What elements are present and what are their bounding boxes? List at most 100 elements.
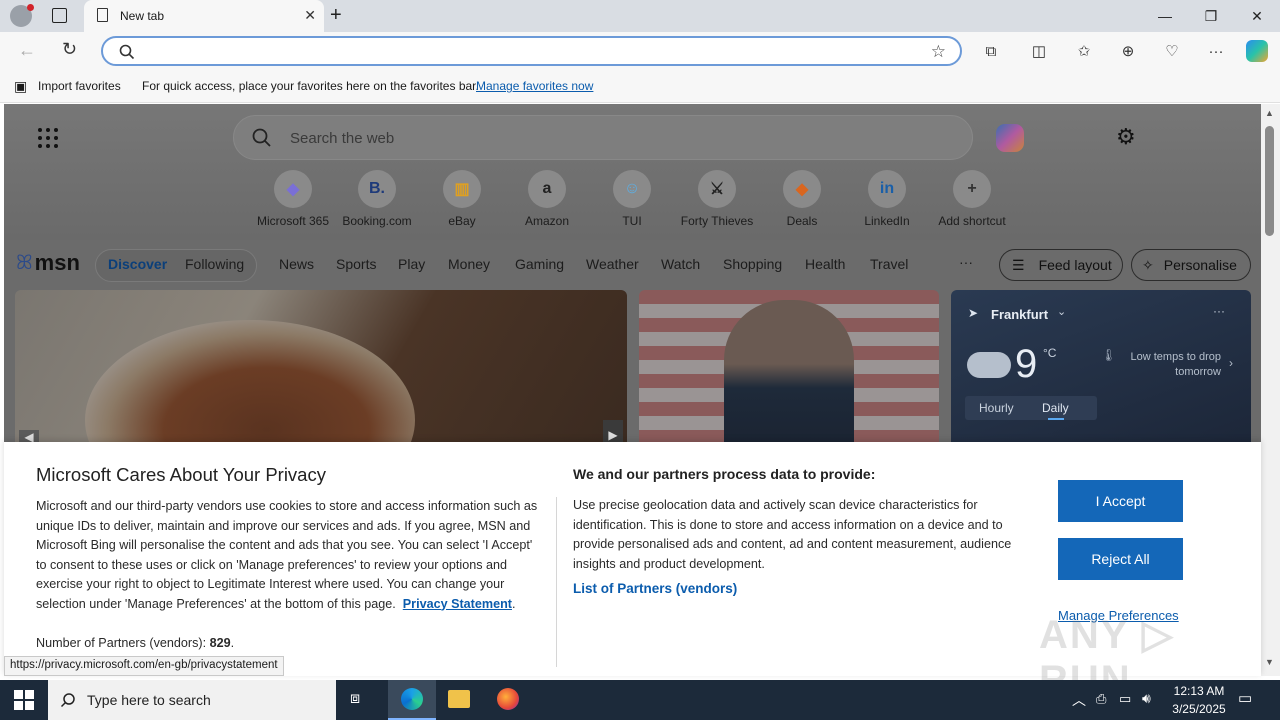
weather-alert[interactable]: Low temps to drop tomorrow — [1111, 350, 1222, 380]
person-photo — [724, 300, 854, 450]
dialog-divider — [556, 497, 557, 667]
shortcut-label: Amazon — [524, 214, 570, 228]
nav-item-sports[interactable]: Sports — [336, 256, 376, 272]
windows-start-icon[interactable] — [14, 690, 34, 710]
tab-discover[interactable]: Discover — [108, 256, 167, 272]
tab-following[interactable]: Following — [185, 256, 244, 272]
favorites-bar: ▣ Import favorites For quick access, pla… — [0, 70, 1280, 103]
nav-item-travel[interactable]: Travel — [870, 256, 908, 272]
sliders-icon: ☰ — [1012, 256, 1025, 273]
new-tab-button[interactable]: + — [330, 4, 342, 27]
shortcut-add-shortcut[interactable]: + Add shortcut — [930, 170, 1014, 228]
network-icon[interactable]: ▭ — [1119, 691, 1131, 707]
tab-daily[interactable]: Daily — [1042, 401, 1069, 415]
shortcut-linkedin[interactable]: in LinkedIn — [845, 170, 929, 228]
edge-taskbar-icon[interactable] — [388, 680, 436, 720]
more-menu-icon[interactable]: ··· — [1202, 40, 1230, 62]
settings-gear-icon[interactable]: ⚙ — [1116, 124, 1136, 150]
nav-item-play[interactable]: Play — [398, 256, 425, 272]
news-card-politician[interactable] — [639, 290, 939, 450]
close-window-button[interactable]: ✕ — [1234, 0, 1280, 32]
city-dropdown-icon[interactable]: ⌄ — [1057, 305, 1066, 318]
nav-item-watch[interactable]: Watch — [661, 256, 700, 272]
personalise-button[interactable]: ✧ Personalise — [1131, 249, 1251, 281]
page-icon — [97, 8, 108, 22]
page-scrollbar[interactable]: ▲ ▼ — [1261, 104, 1280, 676]
collections-icon[interactable]: ⊕ — [1114, 40, 1142, 62]
privacy-body-text: Microsoft and our third-party vendors us… — [36, 499, 538, 611]
nav-item-shopping[interactable]: Shopping — [723, 256, 782, 272]
shortcut-ebay[interactable]: ▥ eBay — [420, 170, 504, 228]
shortcut-deals[interactable]: ◆ Deals — [760, 170, 844, 228]
copilot-icon[interactable] — [996, 124, 1024, 152]
alert-chevron-icon[interactable]: › — [1229, 356, 1233, 370]
restore-button[interactable]: ❐ — [1188, 0, 1234, 32]
taskbar-time[interactable]: 12:13 AM — [1168, 684, 1230, 698]
shortcut-microsoft-365[interactable]: ◆ Microsoft 365 — [251, 170, 335, 228]
task-view-icon[interactable]: ⧈ — [350, 690, 360, 708]
profile-icon[interactable] — [10, 4, 34, 27]
more-nav-icon[interactable]: ··· — [959, 254, 973, 270]
privacy-body: Microsoft and our third-party vendors us… — [36, 499, 538, 611]
shortcut-tui[interactable]: ☺ TUI — [590, 170, 674, 228]
scroll-down-icon[interactable]: ▼ — [1265, 657, 1274, 667]
tab-new-tab[interactable]: New tab ✕ — [84, 0, 324, 32]
extensions-icon[interactable]: ⧉ — [977, 40, 1005, 62]
address-bar[interactable]: ☆ — [101, 36, 962, 66]
tray-chevron-icon[interactable]: ︿ — [1072, 690, 1086, 710]
weather-card[interactable]: ➤ Frankfurt ⌄ ··· 9 °C 🌡 Low temps to dr… — [951, 290, 1251, 450]
accept-button[interactable]: I Accept — [1058, 480, 1183, 522]
taskbar-date[interactable]: 3/25/2025 — [1168, 702, 1230, 716]
hero-card-pecans[interactable]: ◀ ▶ — [15, 290, 627, 450]
scroll-up-icon[interactable]: ▲ — [1265, 108, 1274, 118]
file-explorer-icon[interactable] — [448, 690, 470, 708]
favorite-star-icon[interactable]: ☆ — [931, 42, 946, 62]
shortcut-booking-com[interactable]: B. Booking.com — [335, 170, 419, 228]
pecan-bowl-image — [85, 320, 415, 450]
data-processing-title: We and our partners process data to prov… — [573, 466, 876, 482]
weather-unit[interactable]: °C — [1043, 346, 1056, 360]
partners-count: 829 — [209, 636, 231, 650]
feed-layout-button[interactable]: ☰ Feed layout — [999, 249, 1123, 281]
nav-item-weather[interactable]: Weather — [586, 256, 639, 272]
tab-hourly[interactable]: Hourly — [979, 401, 1014, 415]
import-favorites-button[interactable]: Import favorites — [38, 79, 121, 93]
manage-favorites-link[interactable]: Manage favorites now — [476, 79, 593, 93]
privacy-statement-link[interactable]: Privacy Statement — [403, 597, 512, 611]
shortcut-forty-thieves[interactable]: ⚔ Forty Thieves — [675, 170, 759, 228]
shortcut-amazon[interactable]: a Amazon — [505, 170, 589, 228]
firefox-icon[interactable] — [497, 688, 519, 710]
close-tab-icon[interactable]: ✕ — [304, 7, 316, 24]
nav-item-news[interactable]: News — [279, 256, 314, 272]
daily-tab-indicator — [1048, 418, 1064, 420]
notifications-icon[interactable]: ▭ — [1238, 689, 1252, 707]
scroll-thumb[interactable] — [1265, 126, 1274, 236]
apps-grid-icon[interactable] — [38, 128, 58, 148]
nav-item-health[interactable]: Health — [805, 256, 845, 272]
tray-device-icon[interactable]: ⎙ — [1096, 691, 1106, 707]
weather-city[interactable]: Frankfurt — [991, 307, 1048, 322]
volume-icon[interactable]: 🔊︎ — [1142, 690, 1151, 707]
performance-icon[interactable]: ♡ — [1158, 40, 1186, 62]
tab-actions-icon[interactable] — [52, 8, 67, 23]
weather-more-icon[interactable]: ··· — [1213, 304, 1225, 318]
split-screen-icon[interactable]: ◫ — [1025, 40, 1053, 62]
web-search-input[interactable]: Search the web — [233, 115, 973, 160]
reject-all-button[interactable]: Reject All — [1058, 538, 1183, 580]
nav-item-money[interactable]: Money — [448, 256, 490, 272]
refresh-icon[interactable]: ↻ — [62, 39, 77, 60]
shortcut-icon: ◆ — [783, 170, 821, 208]
favorites-icon[interactable]: ✩ — [1070, 40, 1098, 62]
copilot-icon[interactable] — [1246, 40, 1268, 62]
sparkle-icon: ✧ — [1142, 256, 1154, 273]
nav-item-gaming[interactable]: Gaming — [515, 256, 564, 272]
taskbar-search-input[interactable]: Type here to search — [48, 680, 336, 720]
search-placeholder: Search the web — [290, 130, 395, 147]
list-partners-link[interactable]: List of Partners (vendors) — [573, 581, 737, 596]
import-icon[interactable]: ▣ — [14, 78, 27, 95]
msn-logo[interactable]: ꕤ msn — [16, 250, 80, 276]
back-icon[interactable]: ← — [18, 40, 36, 61]
minimize-button[interactable]: — — [1142, 0, 1188, 32]
msn-nav-bar: ꕤ msn Discover Following ··· ☰ Feed layo… — [4, 240, 1261, 290]
taskbar-search-placeholder: Type here to search — [87, 692, 211, 708]
